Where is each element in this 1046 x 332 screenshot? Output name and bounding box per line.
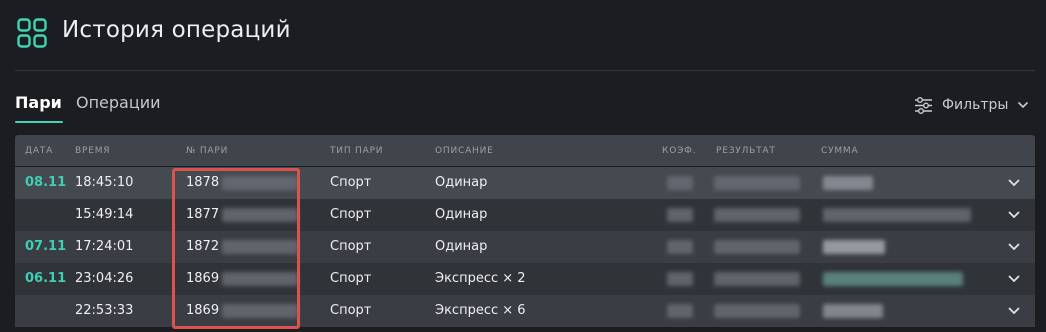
row-bet-id: 1869 <box>186 271 220 286</box>
row-description: Одинар <box>435 239 488 254</box>
row-description: Одинар <box>435 175 488 190</box>
redacted-odds <box>667 176 693 190</box>
row-time: 15:49:14 <box>75 207 134 222</box>
redacted-odds <box>667 304 693 318</box>
row-description: Экспресс × 2 <box>435 271 526 286</box>
filters-label: Фильтры <box>942 97 1009 113</box>
redacted-odds <box>667 240 693 254</box>
redacted-bet-id <box>222 240 298 254</box>
row-bet-type: Спорт <box>330 175 372 190</box>
table-row[interactable]: 07.11 17:24:01 1872 Спорт Одинар <box>15 231 1035 263</box>
redacted-amount <box>823 240 885 254</box>
column-header-odds: КОЭФ. <box>662 146 697 156</box>
row-time: 17:24:01 <box>75 239 134 254</box>
tab-operations[interactable]: Операции <box>76 93 161 112</box>
sliders-icon <box>915 96 932 114</box>
chevron-down-icon[interactable] <box>1007 273 1021 285</box>
row-time: 18:45:10 <box>75 175 134 190</box>
row-bet-type: Спорт <box>330 207 372 222</box>
row-bet-type: Спорт <box>330 239 372 254</box>
redacted-amount <box>823 176 873 190</box>
redacted-amount <box>823 208 971 222</box>
row-date: 08.11 <box>25 175 67 190</box>
redacted-bet-id <box>222 176 298 190</box>
table-row[interactable]: 15:49:14 1877 Спорт Одинар <box>15 199 1035 231</box>
chevron-down-icon[interactable] <box>1007 241 1021 253</box>
chevron-down-icon <box>1018 101 1029 109</box>
redacted-bet-id <box>222 208 298 222</box>
row-date: 06.11 <box>25 271 67 286</box>
column-header-bet-id: № ПАРИ <box>186 146 229 156</box>
redacted-result <box>714 208 800 222</box>
row-time: 23:04:26 <box>75 271 134 286</box>
tab-bets[interactable]: Пари <box>15 93 63 123</box>
redacted-result <box>714 304 800 318</box>
header-divider <box>15 70 1035 71</box>
column-header-date: ДАТА <box>25 146 54 156</box>
redacted-amount <box>823 304 883 318</box>
page-header: История операций <box>0 0 1046 70</box>
column-header-bet-type: ТИП ПАРИ <box>330 146 384 156</box>
row-bet-id: 1877 <box>186 207 220 222</box>
table-row[interactable]: 08.11 18:45:10 1878 Спорт Одинар <box>15 167 1035 199</box>
column-header-amount: СУММА <box>821 146 859 156</box>
row-bet-id: 1869 <box>186 303 220 318</box>
table-header: ДАТА ВРЕМЯ № ПАРИ ТИП ПАРИ ОПИСАНИЕ КОЭФ… <box>15 135 1035 166</box>
chevron-down-icon[interactable] <box>1007 305 1021 317</box>
page-title: История операций <box>62 17 291 43</box>
table-row[interactable]: 06.11 23:04:26 1869 Спорт Экспресс × 2 <box>15 263 1035 295</box>
redacted-odds <box>667 208 693 222</box>
grid-icon <box>17 18 47 48</box>
row-bet-type: Спорт <box>330 271 372 286</box>
redacted-result <box>714 240 800 254</box>
row-date: 07.11 <box>25 239 67 254</box>
chevron-down-icon[interactable] <box>1007 177 1021 189</box>
row-description: Экспресс × 6 <box>435 303 526 318</box>
row-description: Одинар <box>435 207 488 222</box>
chevron-down-icon[interactable] <box>1007 209 1021 221</box>
redacted-amount <box>823 272 963 286</box>
column-header-result: РЕЗУЛЬТАТ <box>716 146 776 156</box>
column-header-description: ОПИСАНИЕ <box>435 146 494 156</box>
row-bet-id: 1878 <box>186 175 220 190</box>
redacted-bet-id <box>222 272 298 286</box>
row-bet-type: Спорт <box>330 303 372 318</box>
row-bet-id: 1872 <box>186 239 220 254</box>
row-time: 22:53:33 <box>75 303 134 318</box>
column-header-time: ВРЕМЯ <box>75 146 111 156</box>
redacted-result <box>714 272 800 286</box>
table-row[interactable]: 22:53:33 1869 Спорт Экспресс × 6 <box>15 295 1035 327</box>
redacted-odds <box>667 272 693 286</box>
filters-button[interactable]: Фильтры <box>914 95 1029 115</box>
redacted-bet-id <box>222 304 298 318</box>
redacted-result <box>714 176 800 190</box>
bets-table: ДАТА ВРЕМЯ № ПАРИ ТИП ПАРИ ОПИСАНИЕ КОЭФ… <box>15 135 1035 332</box>
